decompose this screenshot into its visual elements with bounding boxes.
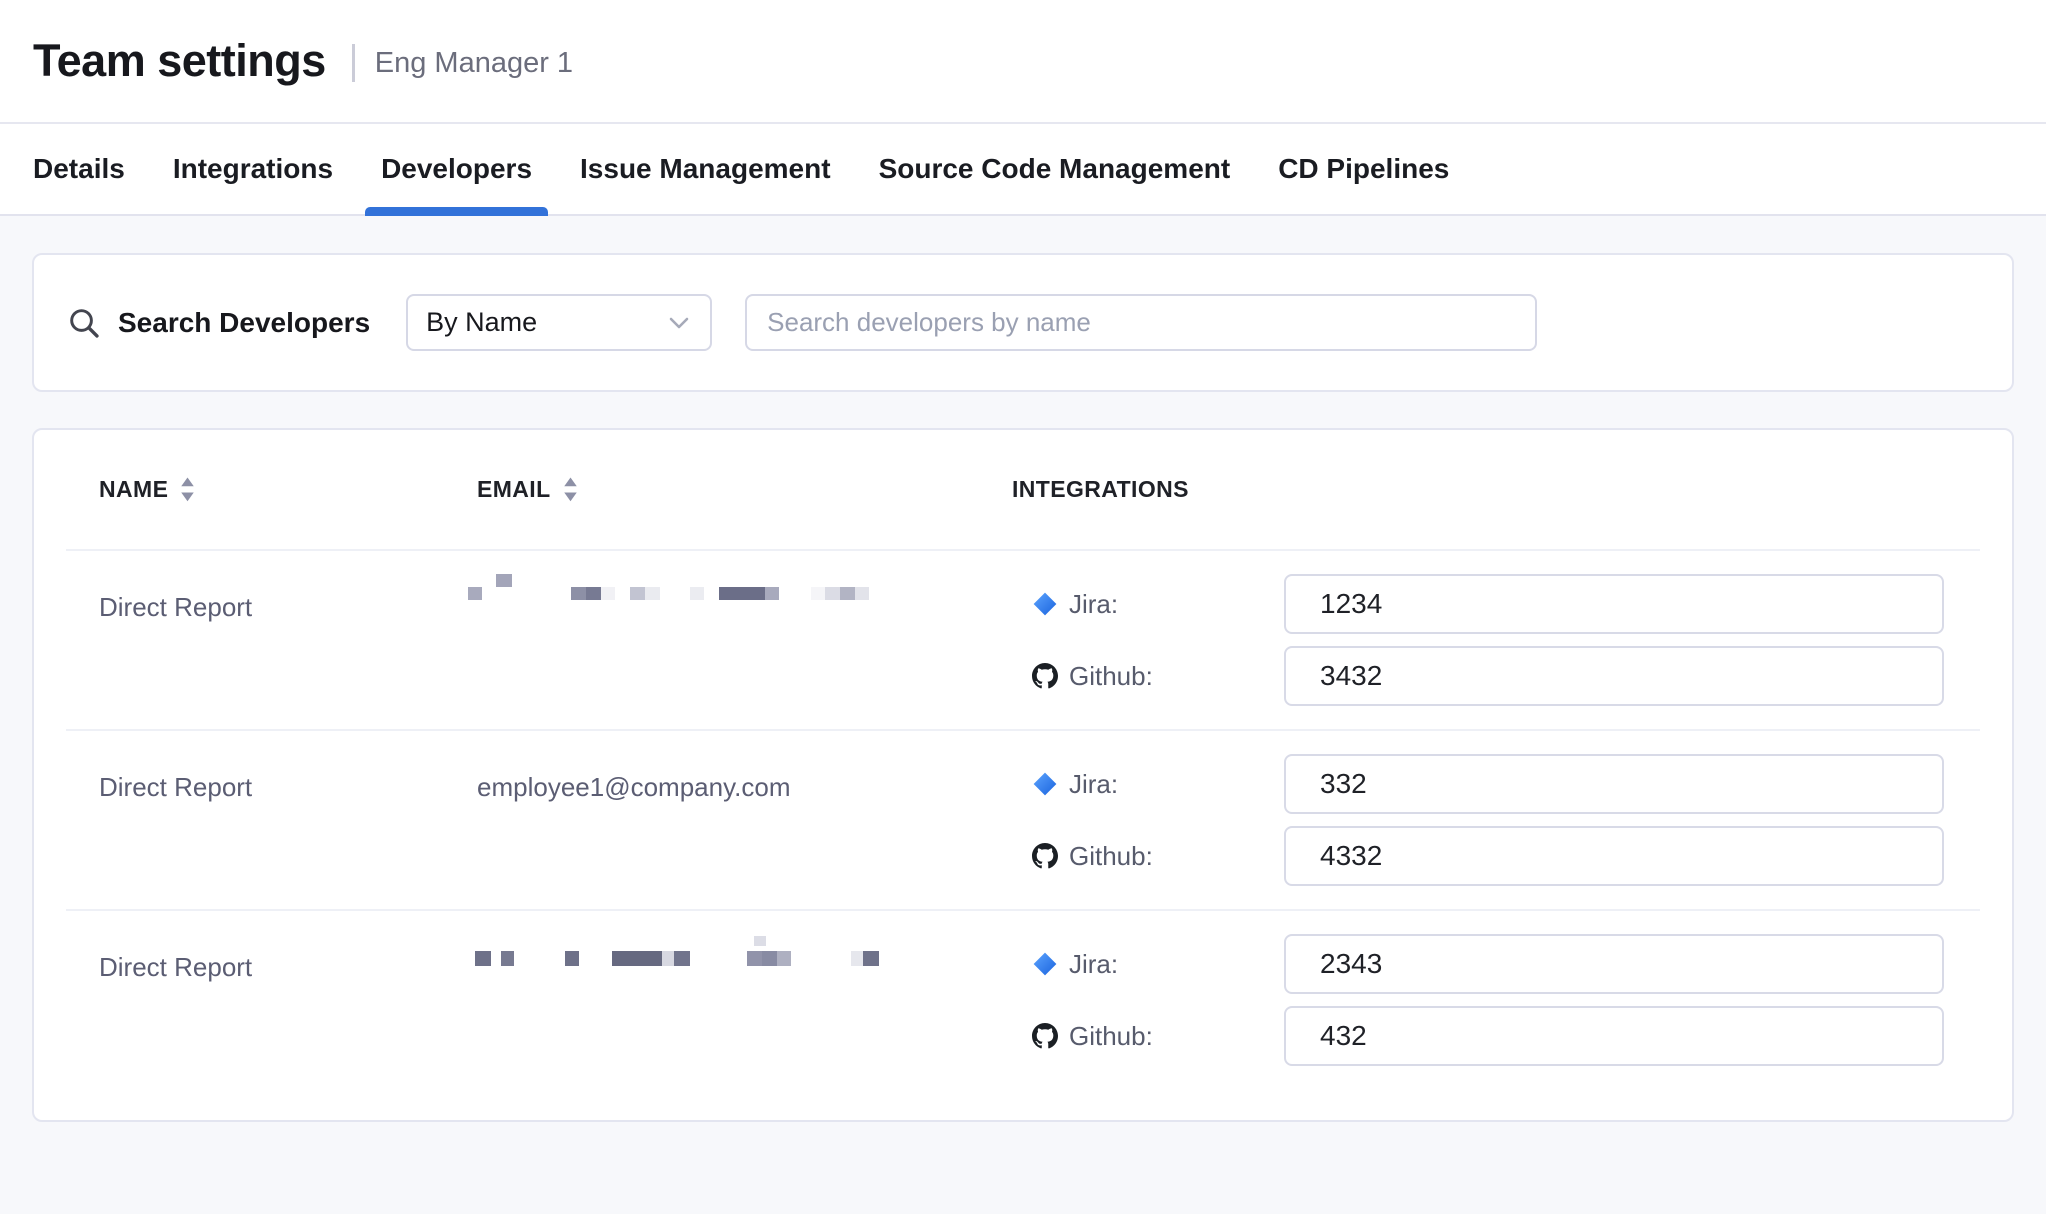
- search-filter-value: By Name: [426, 307, 537, 338]
- page-title: Team settings: [33, 35, 326, 87]
- developer-name: Direct Report: [99, 592, 252, 622]
- jira-field-row: Jira:: [1032, 754, 1944, 814]
- sort-icon[interactable]: [563, 477, 578, 503]
- email-cell: [477, 909, 1012, 1089]
- github-field-label: Github:: [1032, 661, 1284, 692]
- jira-field-label: Jira:: [1032, 769, 1284, 800]
- developer-name: Direct Report: [99, 772, 252, 802]
- github-id-input[interactable]: [1284, 646, 1944, 706]
- github-field-row: Github:: [1032, 646, 1944, 706]
- tab-details[interactable]: Details: [17, 124, 141, 214]
- table-row: Direct Report Jira:: [34, 909, 2012, 1089]
- column-header-integrations: INTEGRATIONS: [1012, 476, 2012, 503]
- github-field-row: Github:: [1032, 1006, 1944, 1066]
- github-field-label: Github:: [1032, 1021, 1284, 1052]
- column-header-email[interactable]: EMAIL: [477, 476, 1012, 503]
- jira-icon: [1032, 771, 1058, 797]
- integrations-cell: Jira: Github:: [1012, 909, 2012, 1089]
- jira-field-label: Jira:: [1032, 589, 1284, 620]
- github-field-row: Github:: [1032, 826, 1944, 886]
- github-icon: [1032, 1023, 1058, 1049]
- github-icon: [1032, 663, 1058, 689]
- column-header-name[interactable]: NAME: [99, 476, 477, 503]
- email-cell: [477, 549, 1012, 729]
- integrations-cell: Jira: Github:: [1012, 729, 2012, 909]
- tab-bar: Details Integrations Developers Issue Ma…: [0, 124, 2046, 216]
- search-label: Search Developers: [118, 307, 370, 339]
- github-icon: [1032, 843, 1058, 869]
- tab-source-code-management[interactable]: Source Code Management: [863, 124, 1247, 214]
- developer-name: Direct Report: [99, 952, 252, 982]
- jira-id-input[interactable]: [1284, 574, 1944, 634]
- table-row: Direct Report employee1@company.com: [34, 729, 2012, 909]
- sort-icon[interactable]: [180, 477, 195, 503]
- github-id-input[interactable]: [1284, 826, 1944, 886]
- jira-field-row: Jira:: [1032, 574, 1944, 634]
- jira-id-input[interactable]: [1284, 754, 1944, 814]
- jira-icon: [1032, 591, 1058, 617]
- page-subtitle: Eng Manager 1: [375, 47, 573, 80]
- email-cell: employee1@company.com: [477, 729, 1012, 909]
- tab-cd-pipelines[interactable]: CD Pipelines: [1262, 124, 1465, 214]
- github-id-input[interactable]: [1284, 1006, 1944, 1066]
- tab-issue-management[interactable]: Issue Management: [564, 124, 847, 214]
- developers-table: NAME EMAIL INTEGRATI: [32, 428, 2014, 1122]
- search-filter-select[interactable]: By Name: [406, 294, 712, 351]
- integrations-cell: Jira: Github:: [1012, 549, 2012, 729]
- table-header-row: NAME EMAIL INTEGRATI: [34, 430, 2012, 549]
- redacted-email: [477, 729, 1012, 909]
- search-panel: Search Developers By Name: [32, 253, 2014, 392]
- jira-icon: [1032, 951, 1058, 977]
- tab-developers[interactable]: Developers: [365, 124, 548, 214]
- chevron-down-icon: [668, 316, 690, 330]
- name-cell: Direct Report: [34, 909, 477, 1089]
- jira-field-label: Jira:: [1032, 949, 1284, 980]
- search-icon: [68, 307, 100, 339]
- title-separator: [352, 44, 355, 82]
- redacted-email: [477, 909, 1012, 1089]
- table-row: Direct Report Jira:: [34, 549, 2012, 729]
- github-field-label: Github:: [1032, 841, 1284, 872]
- search-input[interactable]: [745, 294, 1537, 351]
- tab-integrations[interactable]: Integrations: [157, 124, 349, 214]
- jira-id-input[interactable]: [1284, 934, 1944, 994]
- page-header: Team settings Eng Manager 1: [0, 0, 2046, 124]
- jira-field-row: Jira:: [1032, 934, 1944, 994]
- name-cell: Direct Report: [34, 729, 477, 909]
- name-cell: Direct Report: [34, 549, 477, 729]
- redacted-email: [477, 549, 1012, 729]
- content-area: Search Developers By Name NAME: [0, 216, 2046, 1122]
